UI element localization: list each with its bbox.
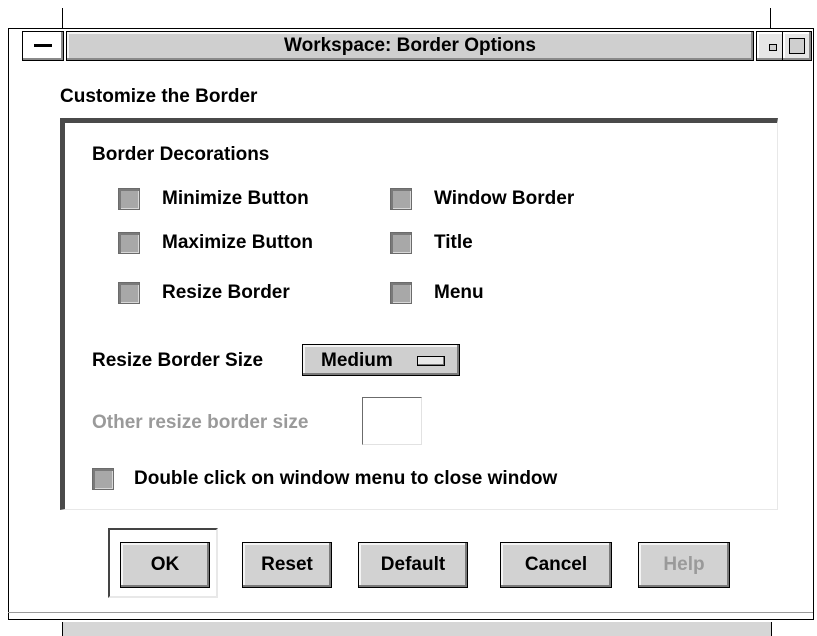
- reset-button[interactable]: Reset: [242, 542, 332, 588]
- other-size-label: Other resize border size: [92, 412, 309, 433]
- checkbox-label: Minimize Button: [162, 188, 309, 209]
- other-size-input[interactable]: [362, 397, 422, 445]
- help-button[interactable]: Help: [638, 542, 730, 588]
- bottom-divider: [8, 612, 813, 613]
- checkbox-indicator: [118, 282, 140, 304]
- checkbox-indicator: [390, 188, 412, 210]
- minimize-icon: [769, 44, 777, 51]
- checkbox-label: Menu: [434, 282, 484, 303]
- window-menu-button[interactable]: [22, 31, 64, 61]
- resize-border-size-label: Resize Border Size: [92, 350, 264, 371]
- resize-border-size-option-menu[interactable]: Medium: [302, 344, 460, 376]
- checkbox-indicator: [92, 468, 114, 490]
- window-title: Workspace: Border Options: [284, 35, 536, 56]
- border-decorations-group: [60, 118, 778, 510]
- double-click-close-checkbox[interactable]: Double click on window menu to close win…: [92, 468, 557, 490]
- resize-border-checkbox[interactable]: Resize Border: [118, 282, 290, 304]
- checkbox-label: Resize Border: [162, 282, 290, 303]
- checkbox-label: Double click on window menu to close win…: [134, 468, 558, 489]
- option-menu-indicator-icon: [417, 356, 445, 366]
- title-checkbox[interactable]: Title: [390, 232, 473, 254]
- checkbox-indicator: [118, 188, 140, 210]
- group-title: Border Decorations: [92, 144, 270, 165]
- title-bar[interactable]: Workspace: Border Options: [66, 31, 754, 61]
- window-bottom-edge: [62, 622, 772, 636]
- checkbox-label: Window Border: [434, 188, 575, 209]
- default-button[interactable]: Default: [358, 542, 468, 588]
- checkbox-indicator: [118, 232, 140, 254]
- maximize-button[interactable]: [782, 31, 812, 61]
- window-border-checkbox[interactable]: Window Border: [390, 188, 574, 210]
- minimize-button-checkbox[interactable]: Minimize Button: [118, 188, 309, 210]
- option-value: Medium: [321, 350, 393, 371]
- cancel-button[interactable]: Cancel: [500, 542, 612, 588]
- checkbox-label: Title: [434, 232, 473, 253]
- page-title: Customize the Border: [60, 86, 258, 107]
- checkbox-indicator: [390, 232, 412, 254]
- maximize-button-checkbox[interactable]: Maximize Button: [118, 232, 313, 254]
- frame-edge: [62, 8, 63, 30]
- menu-checkbox[interactable]: Menu: [390, 282, 484, 304]
- ok-button[interactable]: OK: [120, 542, 210, 588]
- screen: Workspace: Border Options Customize the …: [0, 0, 817, 636]
- window-menu-icon: [34, 44, 52, 47]
- checkbox-label: Maximize Button: [162, 232, 313, 253]
- checkbox-indicator: [390, 282, 412, 304]
- maximize-icon: [789, 38, 805, 54]
- frame-edge: [770, 8, 771, 30]
